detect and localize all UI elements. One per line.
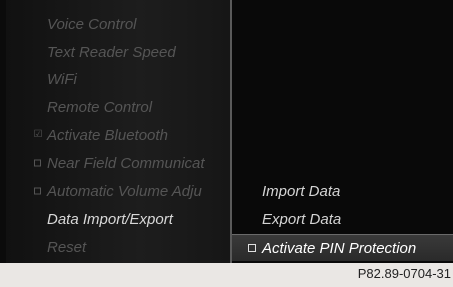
menu-item-near-field-communication[interactable]: Near Field Communicat xyxy=(6,149,230,177)
menu-item-automatic-volume-adjustment[interactable]: Automatic Volume Adju xyxy=(6,177,230,205)
submenu-item-label: Import Data xyxy=(262,182,341,200)
menu-item-label: Text Reader Speed xyxy=(47,43,176,61)
menu-item-text-reader-speed[interactable]: Text Reader Speed xyxy=(6,38,230,66)
checked-checkbox-icon: ☑ xyxy=(33,129,43,140)
menu-item-wifi[interactable]: WiFi xyxy=(6,65,230,93)
display-screen: Voice Control Text Reader Speed WiFi Rem… xyxy=(0,0,453,263)
right-submenu: Import Data Export Data Activate PIN Pro… xyxy=(232,0,453,263)
submenu-item-activate-pin-protection[interactable]: Activate PIN Protection xyxy=(232,234,453,261)
menu-item-label: Reset xyxy=(47,238,87,256)
menu-item-activate-bluetooth[interactable]: ☑ Activate Bluetooth xyxy=(6,121,230,149)
unchecked-checkbox-icon xyxy=(34,187,41,195)
unchecked-checkbox-icon xyxy=(34,159,41,167)
submenu-item-export-data[interactable]: Export Data xyxy=(232,205,453,233)
menu-item-remote-control[interactable]: Remote Control xyxy=(6,93,230,121)
unchecked-checkbox-icon[interactable] xyxy=(248,244,256,252)
figure-reference-code: P82.89-0704-31 xyxy=(357,266,451,281)
submenu-item-label: Export Data xyxy=(262,210,342,228)
left-menu: Voice Control Text Reader Speed WiFi Rem… xyxy=(6,0,230,263)
menu-item-label: Activate Bluetooth xyxy=(47,126,168,144)
menu-item-voice-control[interactable]: Voice Control xyxy=(6,10,230,38)
submenu-item-label: Activate PIN Protection xyxy=(262,239,417,257)
menu-item-label: Data Import/Export xyxy=(47,210,173,228)
submenu-item-import-data[interactable]: Import Data xyxy=(232,177,453,205)
menu-item-label: Remote Control xyxy=(47,98,153,116)
menu-item-label: Voice Control xyxy=(47,15,137,33)
menu-item-data-import-export[interactable]: Data Import/Export xyxy=(6,205,230,233)
menu-item-label: WiFi xyxy=(47,70,77,88)
menu-item-reset[interactable]: Reset xyxy=(6,233,230,261)
